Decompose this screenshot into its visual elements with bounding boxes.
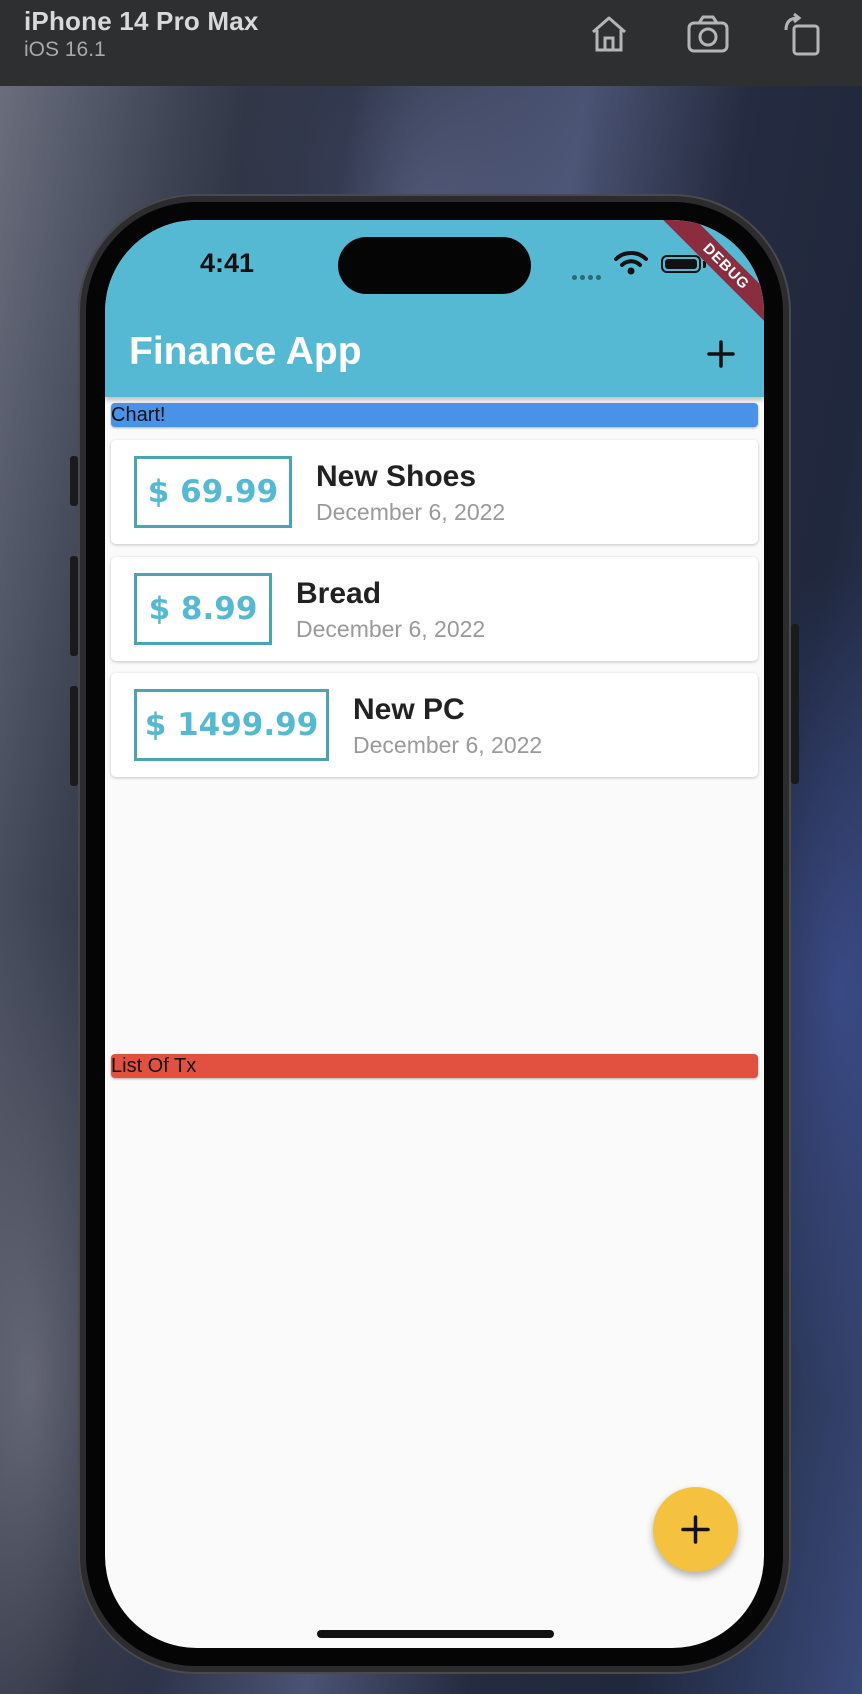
cellular-signal-icon	[572, 267, 608, 280]
add-transaction-button[interactable]	[701, 334, 741, 374]
rotate-icon[interactable]	[778, 10, 826, 58]
home-indicator	[317, 1630, 554, 1638]
debug-banner: DEBUG	[661, 220, 764, 332]
transaction-title: New PC	[353, 693, 465, 726]
transaction-date: December 6, 2022	[296, 616, 486, 642]
volume-up-button	[70, 556, 78, 656]
app-screen: 4:41 DEBUG Finance App Chart! $ 69.99 Ne…	[105, 220, 764, 1648]
transaction-amount: $ 1499.99	[134, 689, 329, 761]
power-button	[791, 624, 799, 784]
transaction-title: Bread	[296, 577, 382, 610]
chart-section: Chart!	[111, 403, 758, 427]
volume-down-button	[70, 686, 78, 786]
chart-label: Chart!	[111, 404, 166, 426]
list-label: List Of Tx	[111, 1055, 197, 1077]
device-name: iPhone 14 Pro Max	[24, 6, 259, 36]
transaction-title: New Shoes	[316, 460, 477, 493]
home-icon[interactable]	[585, 10, 633, 58]
status-time: 4:41	[200, 248, 255, 278]
os-version: iOS 16.1	[24, 38, 106, 61]
battery-icon	[661, 255, 701, 273]
plus-icon	[707, 340, 735, 368]
dynamic-island	[338, 237, 531, 294]
app-title: Finance App	[129, 330, 362, 373]
plus-icon	[681, 1515, 710, 1544]
transaction-date: December 6, 2022	[316, 499, 506, 525]
app-bar: 4:41 DEBUG Finance App	[105, 220, 764, 397]
wifi-icon	[614, 250, 648, 276]
transaction-card: $ 1499.99 New PC December 6, 2022	[111, 673, 758, 777]
transaction-amount: $ 8.99	[134, 573, 272, 645]
floating-add-button[interactable]	[653, 1487, 738, 1572]
transaction-amount: $ 69.99	[134, 456, 292, 528]
list-section: List Of Tx	[111, 1054, 758, 1078]
transaction-card: $ 8.99 Bread December 6, 2022	[111, 557, 758, 661]
screenshot-icon[interactable]	[684, 10, 732, 58]
transaction-date: December 6, 2022	[353, 732, 543, 758]
simulator-toolbar: iPhone 14 Pro Max iOS 16.1	[0, 0, 862, 86]
silent-switch	[70, 456, 78, 506]
transaction-card: $ 69.99 New Shoes December 6, 2022	[111, 440, 758, 544]
